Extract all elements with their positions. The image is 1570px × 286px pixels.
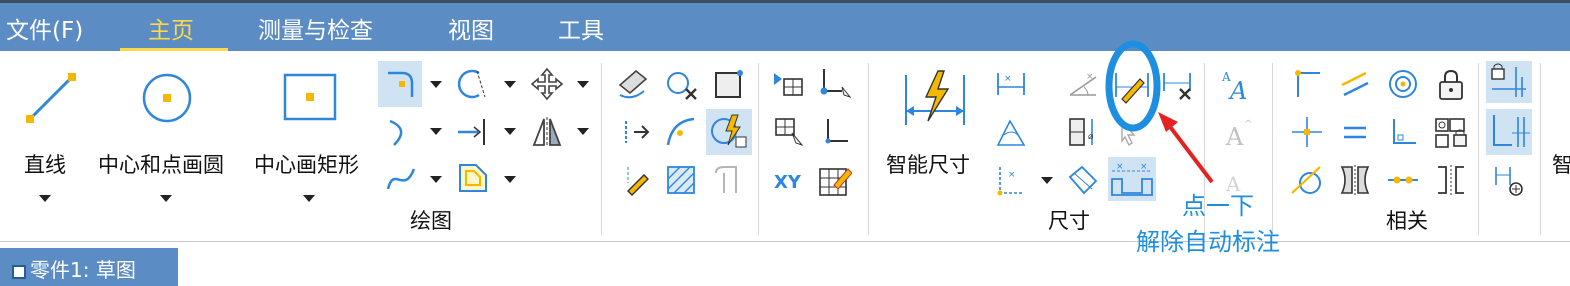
annotation-arrow xyxy=(1166,122,1214,184)
document-tab[interactable]: 零件1: 草图 xyxy=(0,248,178,286)
annotation-line2: 解除自动标注 xyxy=(1136,228,1280,256)
annotation-overlay xyxy=(1105,40,1214,184)
annotation-line1: 点一下 xyxy=(1182,192,1254,220)
document-tab-label: 零件1: 草图 xyxy=(30,258,136,282)
annotation-arrowhead xyxy=(1158,112,1178,132)
part-icon xyxy=(12,264,26,279)
highlight-ellipse xyxy=(1105,40,1161,132)
